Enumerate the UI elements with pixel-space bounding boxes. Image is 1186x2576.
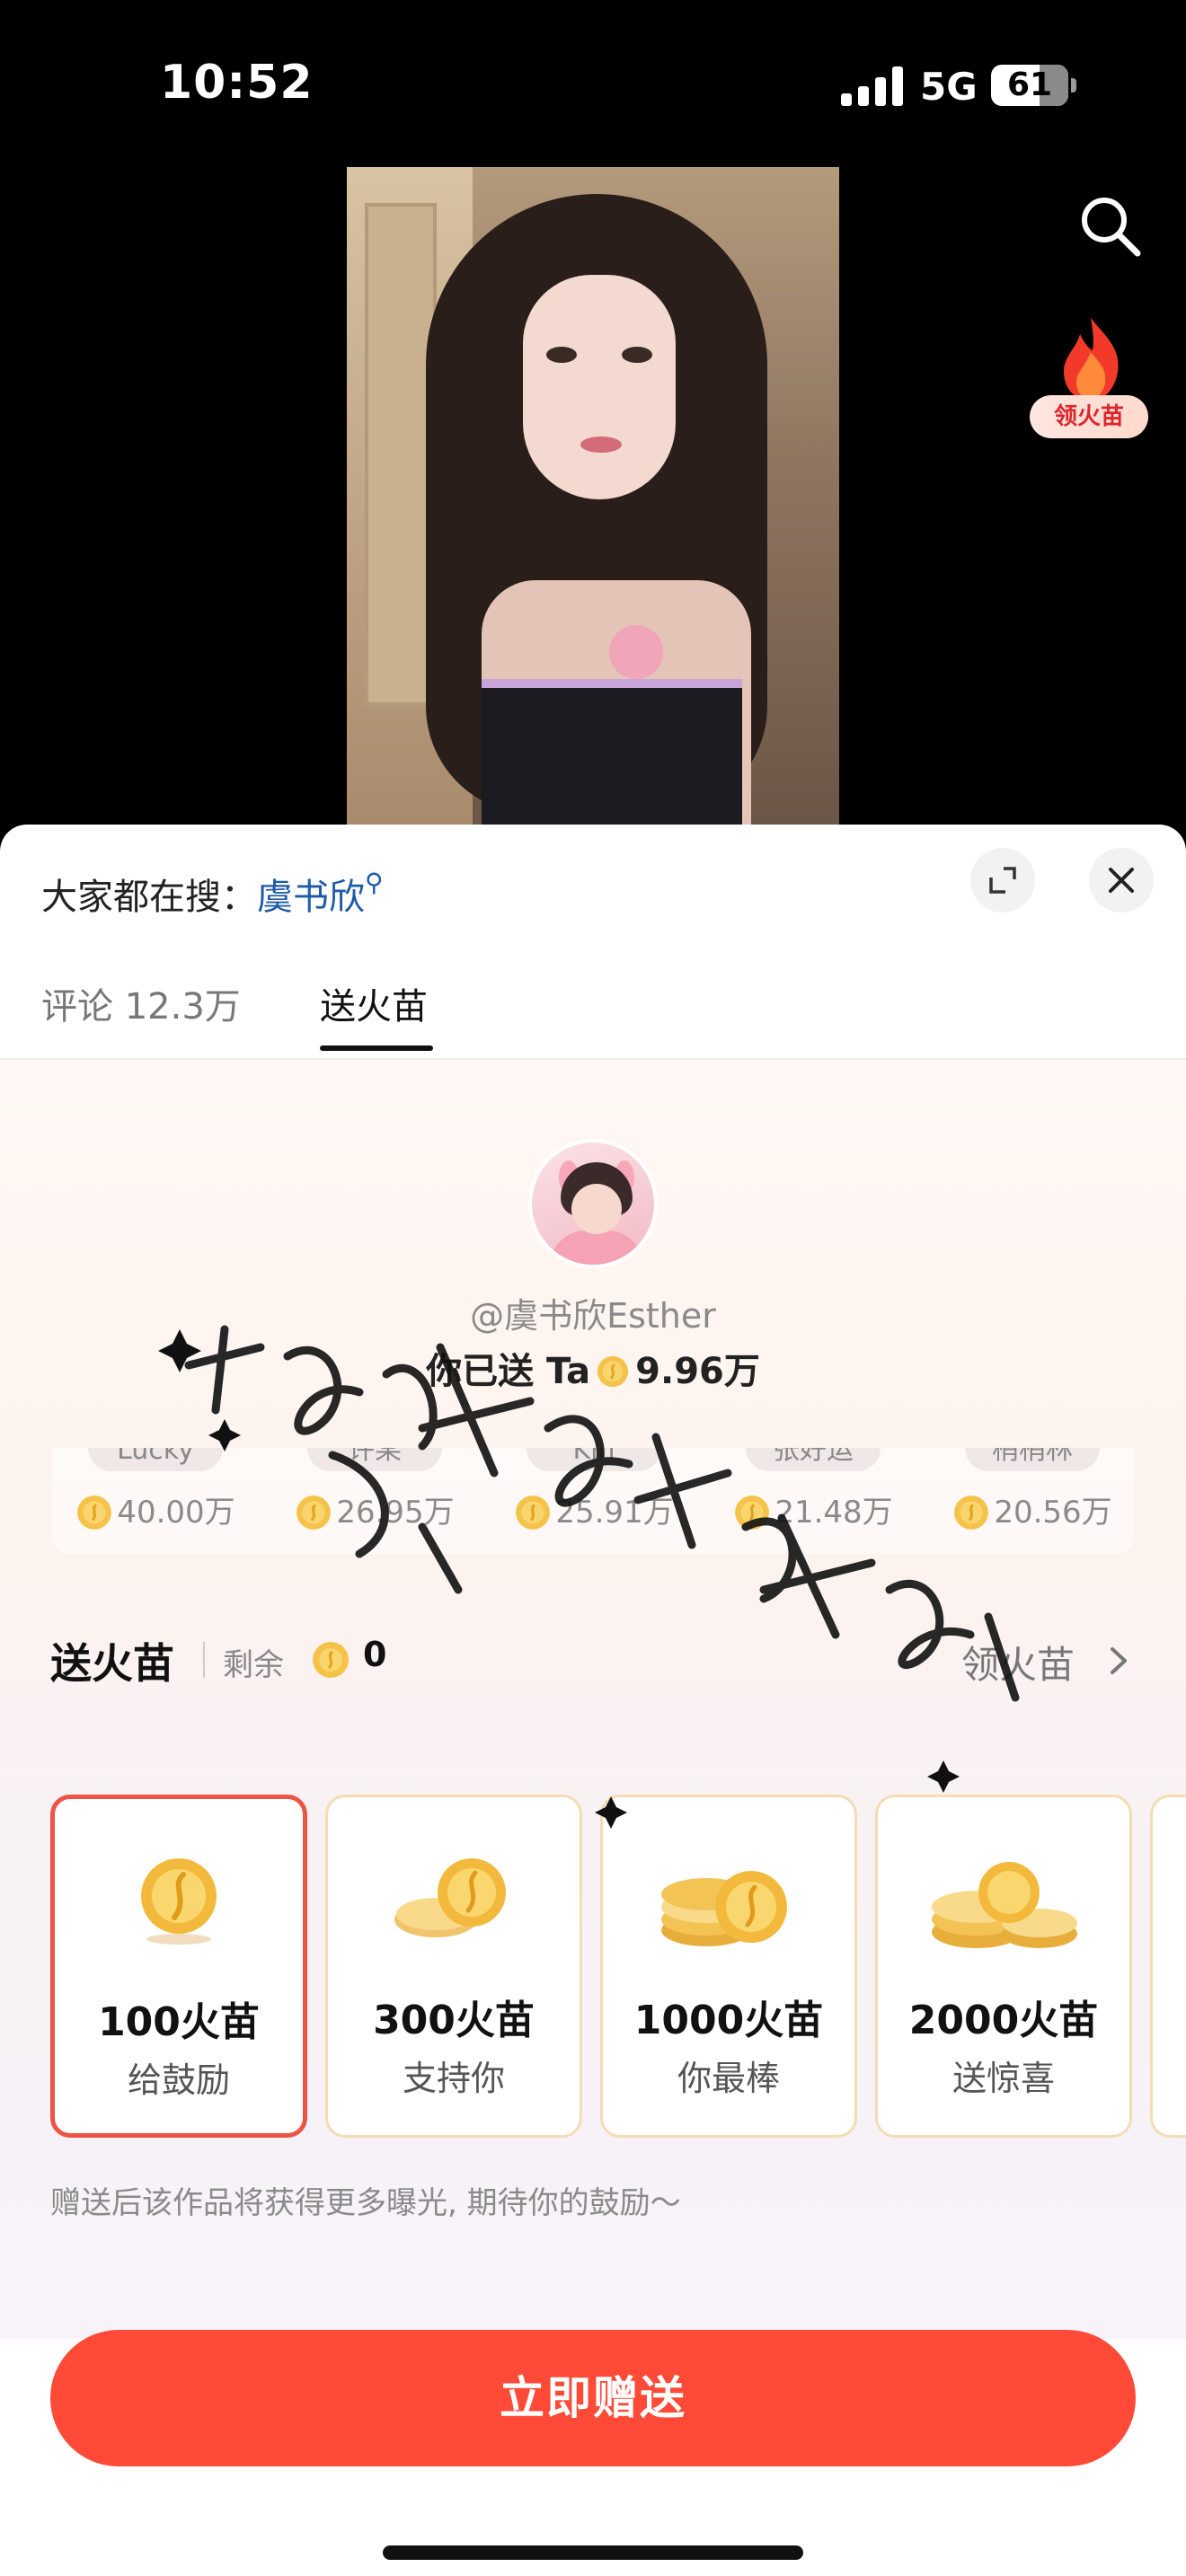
claim-flame-label: 领火苗: [1030, 395, 1148, 438]
gift-option[interactable]: 1000火苗你最棒: [600, 1795, 857, 2138]
close-icon: [1109, 868, 1134, 893]
send-now-button[interactable]: 立即赠送: [50, 2330, 1136, 2466]
claim-flame-badge[interactable]: 领火苗: [1028, 316, 1154, 451]
gift-option-partial[interactable]: [1150, 1795, 1186, 2138]
network-type: 5G: [920, 65, 978, 109]
ranking-amount-value: 21.48万: [774, 1495, 893, 1531]
gift-amount: 2000火苗: [908, 1998, 1099, 2043]
tab-send-flame[interactable]: 送火苗: [320, 977, 428, 1029]
trending-prefix: 大家都在搜：: [41, 877, 257, 918]
flame-icon: [1064, 318, 1119, 401]
trending-search[interactable]: 大家都在搜：虞书欣⚲: [41, 868, 384, 920]
home-indicator[interactable]: [383, 2545, 803, 2560]
remain-value: 0: [363, 1635, 387, 1674]
ranking-amount-value: 26.95万: [336, 1495, 455, 1531]
claim-flame-link[interactable]: 领火苗: [961, 1635, 1075, 1689]
gift-amount: 300火苗: [373, 1998, 535, 2043]
ranking-amount: 20.56万: [929, 1487, 1134, 1531]
creator-avatar[interactable]: [528, 1139, 658, 1268]
expand-icon: [989, 867, 1016, 894]
battery-icon: 61: [991, 65, 1076, 106]
signal-icon: [841, 66, 904, 106]
sent-summary: 你已送 Ta 9.96万: [0, 1342, 1186, 1394]
coin-icon: [952, 1495, 994, 1531]
ranking-item[interactable]: Lucky 40.00万: [52, 1448, 259, 1554]
search-small-icon: ⚲: [365, 868, 384, 897]
ranking-name: 张好运: [746, 1448, 881, 1471]
ranking-amount: 26.95万: [271, 1487, 478, 1531]
tab-comments[interactable]: 评论 12.3万: [41, 977, 241, 1029]
ranking-name: 梢梢林: [965, 1448, 1100, 1471]
supporter-ranking: Lucky 40.00万 许某 26.95万 Kin 25.91万 张好运 21.48万 梢梢林…: [52, 1448, 1134, 1554]
tab-bar: 评论 12.3万 送火苗: [0, 959, 1186, 1060]
status-bar: 10:52 5G 61: [0, 0, 1186, 171]
ranking-amount-value: 25.91万: [555, 1495, 674, 1531]
gift-description: 你最棒: [677, 2059, 780, 2098]
ranking-amount: 40.00万: [52, 1487, 259, 1531]
coin-icon: [313, 1642, 349, 1678]
gift-amount: 100火苗: [98, 1999, 260, 2045]
gift-hint: 赠送后该作品将获得更多曝光, 期待你的鼓励～: [50, 2185, 681, 2221]
ranking-name: Kin: [527, 1448, 661, 1471]
gift-sheet: 大家都在搜：虞书欣⚲ 评论 12.3万 送火苗 @虞书欣Esther 你已送 T…: [0, 825, 1186, 2576]
battery-level: 61: [1006, 66, 1053, 103]
send-section-title: 送火苗: [50, 1639, 174, 1688]
ranking-name: 许某: [307, 1448, 442, 1471]
status-time: 10:52: [160, 56, 314, 110]
ranking-item[interactable]: Kin 25.91万: [491, 1448, 697, 1554]
ranking-item[interactable]: 梢梢林 20.56万: [929, 1448, 1134, 1554]
coin-icon: [295, 1495, 336, 1531]
ranking-item[interactable]: 许某 26.95万: [271, 1448, 478, 1554]
video-player[interactable]: [347, 167, 839, 825]
chevron-right-icon[interactable]: [1107, 1645, 1130, 1676]
ranking-amount-value: 40.00万: [117, 1495, 235, 1531]
gift-option[interactable]: 300火苗支持你: [325, 1795, 582, 2138]
creator-handle[interactable]: @虞书欣Esther: [0, 1288, 1186, 1337]
gift-description: 给鼓励: [127, 2060, 230, 2100]
active-tab-indicator: [320, 1045, 433, 1051]
gift-option[interactable]: 100火苗给鼓励: [50, 1795, 307, 2138]
coin-icon: [597, 1355, 629, 1388]
ranking-amount: 21.48万: [710, 1487, 916, 1531]
search-icon[interactable]: [1075, 190, 1145, 260]
coin-icon: [733, 1495, 774, 1531]
ranking-name: Lucky: [88, 1448, 223, 1471]
coin-icon: [75, 1495, 117, 1531]
sent-prefix: 你已送 Ta: [426, 1351, 591, 1392]
close-button[interactable]: [1089, 848, 1154, 913]
send-flame-panel: @虞书欣Esther 你已送 Ta 9.96万 Lucky 40.00万 许某 26.9…: [0, 1060, 1186, 2339]
expand-button[interactable]: [970, 848, 1035, 913]
ranking-item[interactable]: 张好运 21.48万: [710, 1448, 916, 1554]
gift-options: 100火苗 给鼓励 300火苗 支持你 1000火苗 你最棒 2000火苗 送惊喜: [50, 1795, 1186, 2138]
gift-description: 送惊喜: [951, 2059, 1055, 2098]
gift-description: 支持你: [402, 2059, 505, 2098]
gift-amount: 1000火苗: [633, 1998, 824, 2043]
gift-option[interactable]: 2000火苗送惊喜: [875, 1795, 1132, 2138]
divider: [203, 1642, 205, 1678]
ranking-amount-value: 20.56万: [994, 1495, 1112, 1531]
remain-label: 剩余: [223, 1647, 284, 1683]
ranking-amount: 25.91万: [491, 1487, 697, 1531]
coin-icon: [514, 1495, 555, 1531]
trending-keyword[interactable]: 虞书欣: [257, 877, 365, 918]
sent-amount: 9.96万: [635, 1351, 760, 1392]
